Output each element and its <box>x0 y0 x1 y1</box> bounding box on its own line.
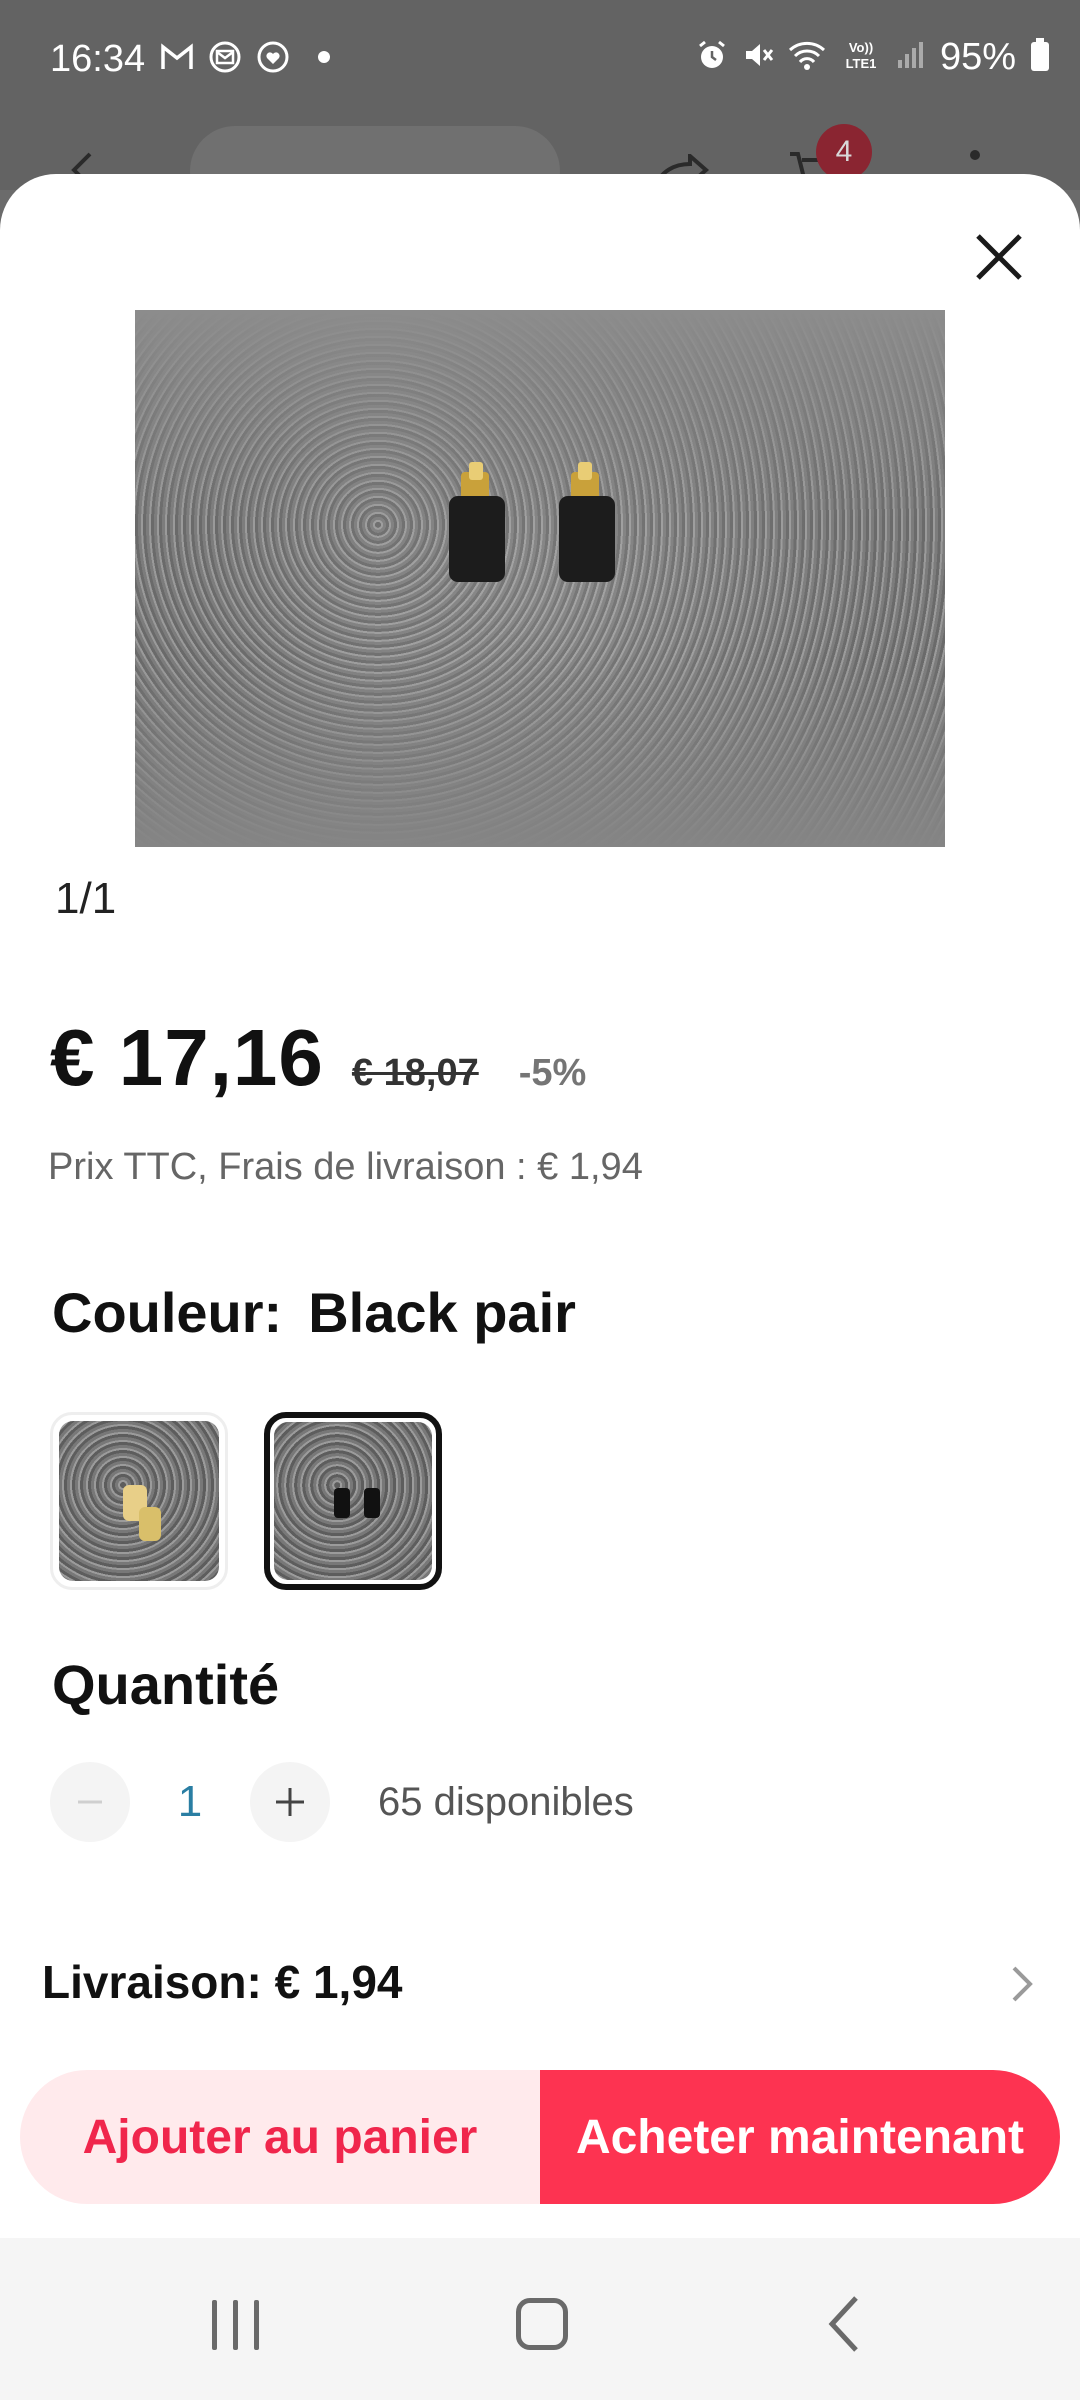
swatch-image <box>274 1422 432 1580</box>
color-swatches <box>50 1412 442 1590</box>
shipping-label: Livraison: € 1,94 <box>42 1956 403 2008</box>
original-price: € 18,07 <box>351 1052 479 1094</box>
decrease-quantity-button[interactable] <box>50 1762 130 1842</box>
swatch-image <box>59 1421 219 1581</box>
status-time: 16:34 <box>50 38 146 80</box>
back-icon <box>828 2296 858 2352</box>
add-to-cart-button[interactable]: Ajouter au panier <box>20 2070 540 2204</box>
more-menu-icon <box>970 150 980 160</box>
wifi-icon <box>788 39 826 76</box>
color-section-title: Couleur: Black pair <box>52 1280 576 1345</box>
cart-count-badge: 4 <box>816 124 872 180</box>
alarm-icon <box>696 39 728 76</box>
current-price: € 17,16 <box>50 1013 324 1102</box>
color-label: Couleur: <box>52 1281 283 1344</box>
svg-text:LTE1: LTE1 <box>846 56 877 71</box>
quantity-title: Quantité <box>52 1653 280 1716</box>
status-bar: 16:34 Vo)) LTE1 95% <box>0 0 1080 120</box>
chevron-right-icon <box>1010 1964 1036 2009</box>
home-button[interactable] <box>516 2298 568 2350</box>
gmail-icon <box>160 40 194 74</box>
plus-icon <box>276 1788 304 1816</box>
color-option-black-pair[interactable] <box>264 1412 442 1590</box>
price-row: € 17,16 € 18,07 -5% <box>50 1012 586 1104</box>
signal-icon <box>896 40 926 75</box>
dot-icon <box>318 51 330 63</box>
buy-now-button[interactable]: Acheter maintenant <box>540 2070 1060 2204</box>
mail-icon <box>208 40 242 74</box>
back-button[interactable] <box>826 2294 862 2359</box>
system-navigation-bar <box>0 2238 1080 2400</box>
product-image[interactable] <box>135 310 945 847</box>
heart-app-icon <box>256 40 290 74</box>
quantity-value[interactable]: 1 <box>130 1777 250 1827</box>
system-icons: Vo)) LTE1 95% <box>696 36 1050 79</box>
shipping-row[interactable]: Livraison: € 1,94 <box>0 1930 1080 2034</box>
close-button[interactable] <box>968 226 1030 288</box>
quantity-stepper: 1 65 disponibles <box>50 1762 634 1842</box>
battery-percentage: 95% <box>939 36 1016 78</box>
volte-icon: Vo)) LTE1 <box>840 38 882 77</box>
price-info-text: Prix TTC, Frais de livraison : € 1,94 <box>48 1146 643 1188</box>
svg-text:Vo)): Vo)) <box>849 40 873 55</box>
stock-available: 65 disponibles <box>378 1779 634 1824</box>
product-options-sheet: 1/1 € 17,16 € 18,07 -5% <box>0 174 1080 2238</box>
recents-button[interactable] <box>212 2300 259 2350</box>
purchase-action-bar: Ajouter au panier Acheter maintenant <box>20 2070 1060 2204</box>
selected-color-value: Black pair <box>308 1281 576 1344</box>
minus-icon <box>78 1800 102 1804</box>
discount-badge: -5% <box>518 1052 587 1094</box>
mute-icon <box>742 39 774 76</box>
battery-icon <box>1030 38 1050 77</box>
image-counter: 1/1 <box>55 874 117 923</box>
increase-quantity-button[interactable] <box>250 1762 330 1842</box>
close-icon <box>976 234 1022 280</box>
connector-pins-graphic <box>449 462 615 582</box>
color-option-gold[interactable] <box>50 1412 228 1590</box>
notification-icons <box>160 40 330 74</box>
